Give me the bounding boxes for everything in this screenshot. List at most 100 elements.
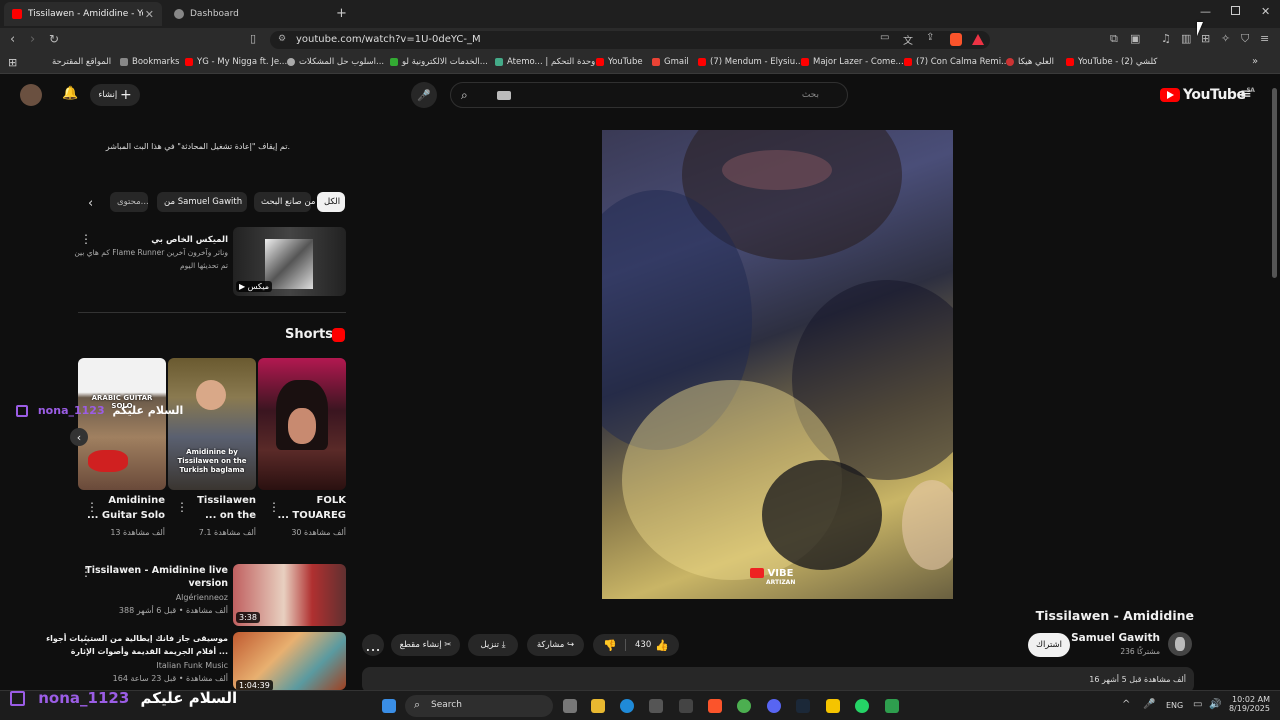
share-button[interactable]: مشاركة ↪ — [527, 634, 584, 656]
related-thumbnail[interactable]: 3:38 — [233, 564, 346, 626]
related-thumbnail[interactable]: 1:04:39 — [233, 632, 346, 690]
bookmark-item[interactable]: Atemo... | وحدة التحكم — [495, 57, 595, 67]
music-icon[interactable]: ♫ — [1161, 32, 1171, 45]
mix-thumbnail[interactable]: ▶ ميكس — [233, 227, 346, 296]
minimize-icon[interactable]: — — [1200, 5, 1211, 18]
clip-button[interactable]: إنشاء مقطع ✂ — [391, 634, 460, 656]
edge-icon[interactable] — [620, 699, 634, 713]
discord-icon[interactable] — [767, 699, 781, 713]
short-title[interactable]: FOLK — [317, 494, 346, 508]
tab-youtube[interactable]: Tissilawen - Amididine - You ✕ — [4, 2, 162, 26]
site-info-icon[interactable]: ⚙ — [278, 34, 286, 44]
chrome-icon[interactable] — [737, 699, 751, 713]
channel-avatar[interactable] — [1168, 632, 1192, 656]
tray-chevron-icon[interactable]: ^ — [1122, 699, 1130, 710]
short-thumbnail-2[interactable]: Amidinine by Tissilawen on the Turkish b… — [168, 358, 256, 490]
like-count[interactable]: 430 — [635, 640, 651, 650]
back-icon[interactable]: ‹ — [10, 32, 15, 47]
chips-scroll-left-icon[interactable]: ‹ — [88, 196, 93, 211]
short-title[interactable]: ... TOUAREG — [278, 509, 347, 523]
share-page-icon[interactable]: ⇪ — [926, 32, 934, 43]
apps-grid-icon[interactable]: ⊞ — [8, 56, 17, 69]
taskbar-search[interactable]: ⌕ Search — [405, 695, 553, 717]
cast-icon[interactable]: ▭ — [880, 32, 889, 43]
short-thumbnail-1[interactable] — [258, 358, 346, 490]
vpn-icon[interactable]: ⛉ — [1241, 32, 1249, 46]
brave-shield-icon[interactable] — [950, 33, 962, 46]
keyboard-icon[interactable] — [497, 91, 511, 100]
mix-more-icon[interactable]: ⋮ — [80, 232, 92, 246]
related-more-icon[interactable]: ⋮ — [80, 565, 92, 579]
steam-icon[interactable] — [796, 699, 810, 713]
new-tab-icon[interactable]: + — [336, 6, 347, 21]
search-input[interactable]: بحث ⌕ — [450, 82, 848, 108]
bookmark-item[interactable]: (7) Con Calma Remi... — [904, 57, 1009, 67]
bookmark-item[interactable]: YG - My Nigga ft. Je... — [185, 57, 287, 67]
bookmark-item[interactable]: YouTube — [596, 57, 643, 67]
chip-all[interactable]: الكل — [317, 192, 345, 212]
subscribe-button[interactable]: اشتراك — [1028, 633, 1070, 657]
close-window-icon[interactable]: ✕ — [1261, 5, 1270, 18]
more-bookmarks-icon[interactable]: » — [1252, 56, 1258, 67]
chip-from-channel[interactable]: من Samuel Gawith — [157, 192, 247, 212]
whatsapp-icon[interactable] — [855, 699, 869, 713]
create-button[interactable]: إنشاء + — [90, 84, 140, 106]
menu-icon[interactable]: ≡ — [1260, 32, 1269, 45]
forward-icon[interactable]: › — [30, 32, 35, 47]
dislike-icon[interactable]: 👎 — [603, 639, 617, 652]
bookmark-item[interactable]: الخدمات الالكترونية لو... — [390, 57, 488, 67]
chip-content[interactable]: محتوى... — [110, 192, 149, 212]
bookmark-item[interactable]: Bookmarks — [120, 57, 180, 67]
related-title[interactable]: Tissilawen - Amidinine live — [85, 564, 228, 578]
clock[interactable]: 10:02 AM 8/19/2025 — [1228, 695, 1270, 713]
short-more-icon[interactable]: ⋮ — [268, 500, 280, 514]
short-thumbnail-3[interactable]: ARABIC GUITAR SOLO — [78, 358, 166, 490]
app-icon[interactable] — [679, 699, 693, 713]
bookmark-item[interactable]: العلي هيكا — [1006, 57, 1054, 67]
volume-icon[interactable]: 🔊 — [1209, 699, 1221, 710]
channel-name[interactable]: Samuel Gawith — [1071, 632, 1160, 644]
related-title[interactable]: أفلام الجريمة القديمة وأصوات الإثارة ... — [71, 645, 228, 659]
chip-related[interactable]: من صانع البحث — [254, 192, 315, 212]
bookmark-page-icon[interactable]: ▯ — [250, 32, 256, 45]
bookmark-item[interactable]: Major Lazer - Come... — [801, 57, 904, 67]
like-icon[interactable]: 👍 — [655, 639, 669, 652]
notifications-icon[interactable]: 🔔 — [62, 86, 78, 101]
bookmark-item[interactable]: (7) Mendum - Elysiu... — [698, 57, 803, 67]
hamburger-menu-icon[interactable]: ≡ — [1240, 86, 1252, 102]
short-title[interactable]: ... on the — [205, 509, 256, 523]
file-explorer-icon[interactable] — [591, 699, 605, 713]
related-channel[interactable]: Italian Funk Music — [156, 661, 228, 670]
reload-icon[interactable]: ↻ — [49, 32, 59, 46]
brave-icon[interactable] — [708, 699, 722, 713]
voice-search-icon[interactable]: 🎤 — [411, 82, 437, 108]
translate-icon[interactable]: 文 — [903, 32, 913, 47]
related-title[interactable]: موسيقى جاز فانك إيطالية من الستينيات أجو… — [46, 632, 228, 646]
windows-start-icon[interactable] — [382, 699, 396, 713]
related-title[interactable]: version — [188, 577, 228, 591]
download-button[interactable]: تنزيل ⤓ — [468, 634, 518, 656]
maximize-icon[interactable] — [1231, 6, 1240, 15]
short-title[interactable]: Tissilawen — [197, 494, 256, 508]
shorts-scroll-left-icon[interactable]: ‹ — [70, 428, 88, 446]
search-icon[interactable]: ⌕ — [461, 88, 468, 103]
more-actions-button[interactable]: ... — [362, 634, 384, 656]
avatar[interactable] — [20, 84, 42, 106]
language-indicator[interactable]: ENG — [1166, 701, 1183, 710]
bookmark-item[interactable]: YouTube - كلشي (2) — [1066, 57, 1157, 67]
app-icon[interactable] — [885, 699, 899, 713]
scrollbar[interactable] — [1272, 88, 1277, 278]
bookmark-item[interactable]: المواقع المقترحة — [52, 57, 111, 67]
task-view-icon[interactable] — [563, 699, 577, 713]
bookmark-item[interactable]: Gmail — [652, 57, 689, 67]
close-tab-icon[interactable]: ✕ — [145, 8, 154, 21]
tab-dashboard[interactable]: Dashboard — [166, 2, 326, 26]
bookmark-item[interactable]: اسلوب حل المشكلات... — [287, 57, 384, 67]
short-more-icon[interactable]: ⋮ — [86, 500, 98, 514]
video-player[interactable]: VIBE ARTIZAN — [602, 130, 953, 599]
app-icon[interactable] — [826, 699, 840, 713]
sidebar-toggle-icon[interactable]: ▥ — [1181, 32, 1191, 45]
short-title[interactable]: ... Guitar Solo — [87, 509, 165, 523]
short-title[interactable]: Amidinine — [108, 494, 165, 508]
related-more-icon[interactable]: ⋮ — [80, 633, 92, 647]
